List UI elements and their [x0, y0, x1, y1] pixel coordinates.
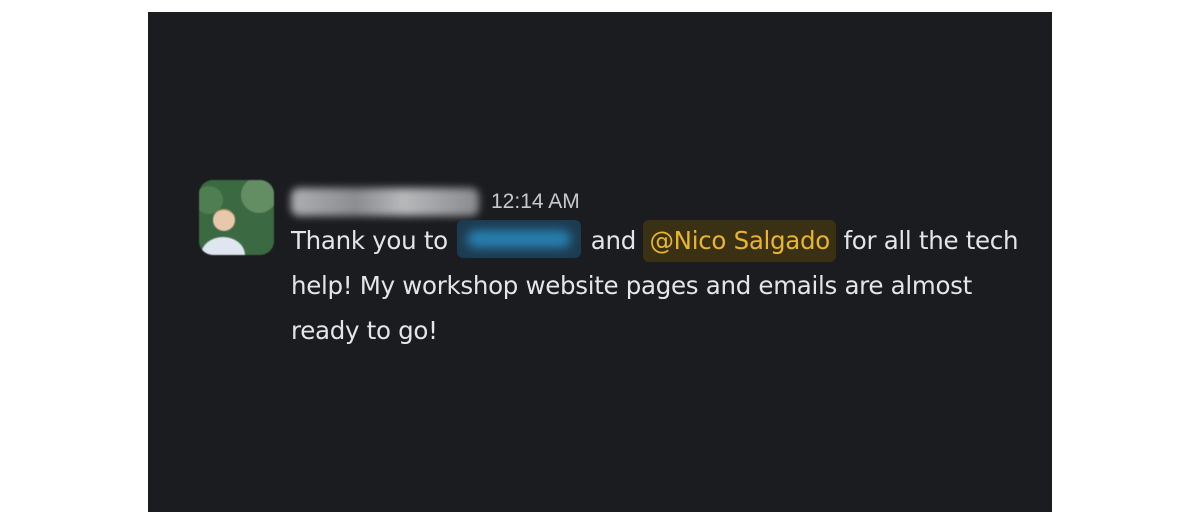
- chat-panel: 12:14 AM Thank you to and @Nico Salgado …: [148, 12, 1052, 512]
- message-text: Thank you to and @Nico Salgado for all t…: [291, 218, 1036, 353]
- message-header: 12:14 AM: [291, 178, 1036, 218]
- avatar[interactable]: [199, 180, 274, 255]
- message-text-part: Thank you to: [291, 226, 456, 255]
- message-content: 12:14 AM Thank you to and @Nico Salgado …: [291, 178, 1036, 353]
- sender-name-redacted[interactable]: [291, 188, 479, 216]
- message-timestamp[interactable]: 12:14 AM: [491, 190, 580, 214]
- mention-redacted[interactable]: [457, 220, 582, 258]
- message-text-part: and: [583, 226, 644, 255]
- user-mention[interactable]: @Nico Salgado: [643, 220, 836, 262]
- avatar-image: [199, 180, 274, 255]
